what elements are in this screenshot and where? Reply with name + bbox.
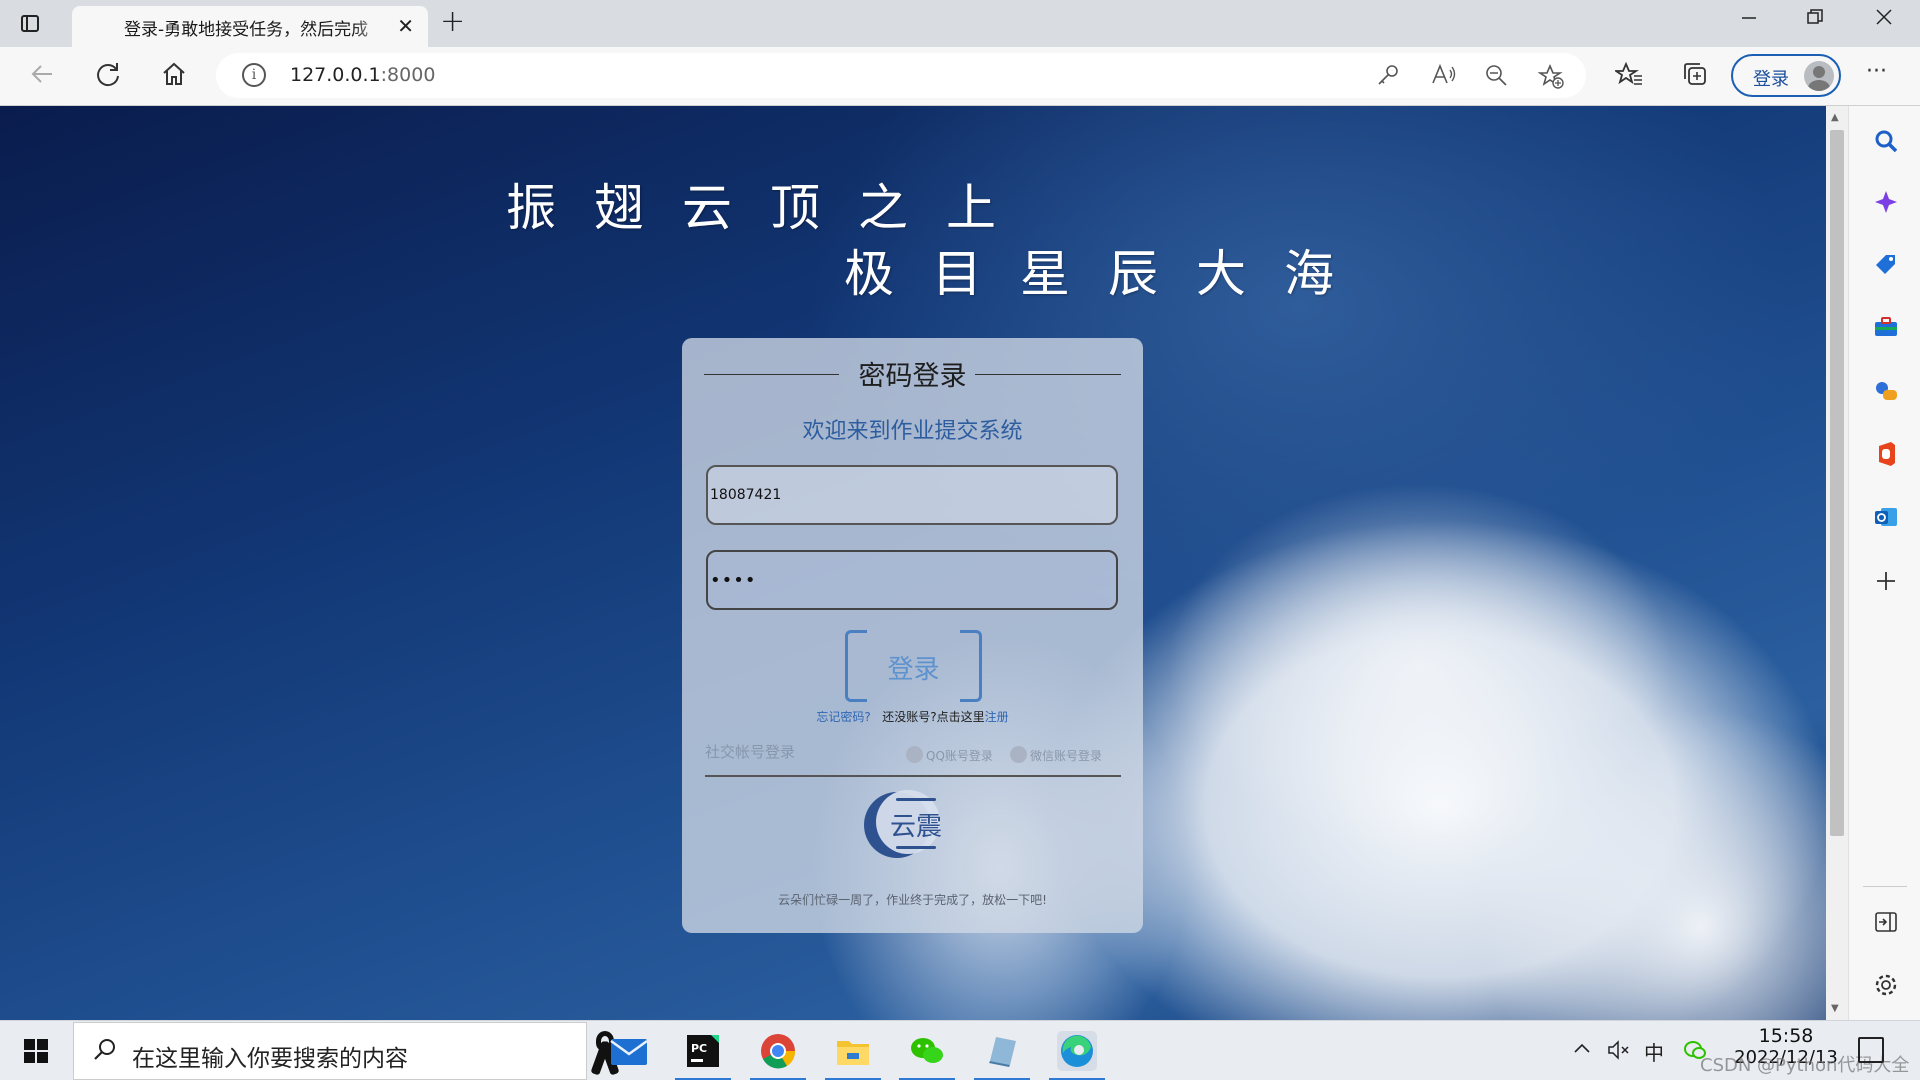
- edge-sidebar: [1848, 106, 1920, 1020]
- url-port: :8000: [380, 64, 436, 86]
- add-favorite-icon[interactable]: [1537, 63, 1564, 95]
- home-icon[interactable]: [160, 60, 188, 95]
- site-info-icon[interactable]: i: [242, 63, 266, 87]
- login-submit-button[interactable]: 登录: [845, 630, 982, 702]
- welcome-text: 欢迎来到作业提交系统: [802, 419, 1023, 444]
- tab-title: 登录-勇敢地接受任务，然后完成: [124, 20, 369, 40]
- scroll-thumb[interactable]: [1830, 130, 1844, 836]
- slogan-line-1: 振翅云顶之上: [506, 179, 1034, 237]
- auth-links: 忘记密码? 还没账号?点击这里注册: [682, 708, 1143, 725]
- start-windows-icon[interactable]: [24, 1039, 48, 1063]
- taskbar-search-placeholder: 在这里输入你要搜索的内容: [132, 1046, 408, 1072]
- read-aloud-icon[interactable]: [1431, 63, 1457, 93]
- windows-taskbar: 在这里输入你要搜索的内容 PC 中 15:58 2022/12/13 CSDN …: [0, 1020, 1920, 1080]
- volume-muted-icon[interactable]: [1607, 1039, 1631, 1066]
- edge-app-icon[interactable]: [1049, 1031, 1105, 1080]
- wechat-login-link[interactable]: 微信账号登录: [1010, 746, 1102, 764]
- notification-center-icon[interactable]: [1858, 1037, 1884, 1063]
- settings-gear-icon[interactable]: [1873, 972, 1899, 998]
- profile-signin-button[interactable]: 登录: [1731, 54, 1841, 97]
- no-account-text: 还没账号?点击这里: [882, 710, 985, 724]
- page-scrollbar[interactable]: ▲ ▼: [1826, 106, 1848, 1020]
- scroll-up-icon[interactable]: ▲: [1831, 112, 1839, 123]
- password-input[interactable]: [706, 550, 1118, 610]
- minimize-icon[interactable]: [1740, 8, 1758, 31]
- collections-icon[interactable]: [1681, 60, 1709, 95]
- login-submit-label: 登录: [887, 655, 940, 685]
- sidebar-separator: [1863, 886, 1907, 887]
- show-hidden-icons[interactable]: [1572, 1039, 1592, 1064]
- address-bar[interactable]: i 127.0.0.1:8000: [216, 53, 1586, 98]
- clock-time: 15:58: [1758, 1025, 1814, 1047]
- wechat-app-icon[interactable]: [899, 1031, 955, 1080]
- restore-icon[interactable]: [1806, 8, 1824, 31]
- zoom-out-icon[interactable]: [1484, 63, 1508, 93]
- logo-wave: [896, 846, 936, 849]
- chrome-app-icon[interactable]: [750, 1031, 806, 1080]
- search-icon[interactable]: [1873, 128, 1899, 154]
- add-sidebar-app-icon[interactable]: [1873, 568, 1899, 594]
- office-icon[interactable]: [1873, 441, 1899, 467]
- scroll-down-icon[interactable]: ▼: [1831, 1003, 1839, 1014]
- close-window-icon[interactable]: [1875, 8, 1893, 31]
- games-icon[interactable]: [1873, 378, 1899, 404]
- copilot-sparkle-icon[interactable]: [1873, 189, 1899, 215]
- page-viewport: 振翅云顶之上 极目星辰大海 密码登录 欢迎来到作业提交系统 登录 忘记密码? 还…: [0, 106, 1826, 1020]
- new-tab-icon[interactable]: +: [440, 4, 465, 39]
- footer-note: 云朵们忙碌一周了，作业终于完成了，放松一下吧!: [778, 893, 1047, 907]
- search-icon: [92, 1037, 118, 1070]
- url-text[interactable]: 127.0.0.1:8000: [290, 64, 435, 86]
- card-heading-text: 密码登录: [858, 361, 967, 392]
- card-heading: 密码登录: [682, 354, 1143, 393]
- more-menu-icon[interactable]: ···: [1866, 57, 1887, 87]
- social-login-label: 社交帐号登录: [705, 743, 796, 761]
- favorites-icon[interactable]: [1613, 60, 1643, 95]
- wechat-icon: [1010, 746, 1027, 763]
- pycharm-app-icon[interactable]: PC: [675, 1031, 731, 1080]
- file-explorer-app-icon[interactable]: [825, 1031, 881, 1080]
- refresh-icon[interactable]: [94, 60, 122, 95]
- tab-strip: 登录-勇敢地接受任务，然后完成 ✕ +: [0, 0, 1920, 47]
- logo: 云震: [862, 788, 962, 860]
- username-input[interactable]: [706, 465, 1118, 525]
- qq-icon: [906, 746, 923, 763]
- mail-app-icon[interactable]: [609, 1031, 649, 1071]
- slogan-line-2: 极目星辰大海: [844, 245, 1372, 303]
- taskbar-search-box[interactable]: 在这里输入你要搜索的内容: [73, 1022, 614, 1080]
- hide-sidebar-icon[interactable]: [1873, 909, 1899, 935]
- logo-wave: [896, 798, 936, 801]
- shopping-tag-icon[interactable]: [1873, 251, 1899, 277]
- login-card: 密码登录 欢迎来到作业提交系统 登录 忘记密码? 还没账号?点击这里注册 社交帐…: [682, 338, 1143, 933]
- register-link[interactable]: 注册: [985, 710, 1009, 724]
- qq-login-label: QQ账号登录: [926, 749, 993, 763]
- forgot-password-link[interactable]: 忘记密码?: [816, 710, 870, 724]
- browser-toolbar: i 127.0.0.1:8000 登录 ···: [0, 47, 1920, 106]
- qq-login-link[interactable]: QQ账号登录: [906, 746, 993, 764]
- ime-indicator[interactable]: 中: [1644, 1037, 1664, 1066]
- tab-actions-icon[interactable]: [18, 12, 42, 36]
- avatar: [1804, 61, 1834, 91]
- back-icon[interactable]: [28, 60, 56, 95]
- tools-icon[interactable]: [1873, 314, 1899, 340]
- svg-text:PC: PC: [691, 1042, 707, 1055]
- notes-app-icon[interactable]: [974, 1031, 1030, 1080]
- active-tab[interactable]: 登录-勇敢地接受任务，然后完成 ✕: [72, 6, 428, 47]
- password-key-icon[interactable]: [1376, 63, 1400, 93]
- close-tab-icon[interactable]: ✕: [397, 14, 414, 38]
- url-host: 127.0.0.1: [290, 64, 381, 86]
- outlook-icon[interactable]: [1873, 504, 1899, 530]
- card-divider: [705, 775, 1121, 777]
- logo-text: 云震: [890, 812, 943, 842]
- signin-label: 登录: [1753, 69, 1789, 90]
- wechat-login-label: 微信账号登录: [1030, 749, 1103, 763]
